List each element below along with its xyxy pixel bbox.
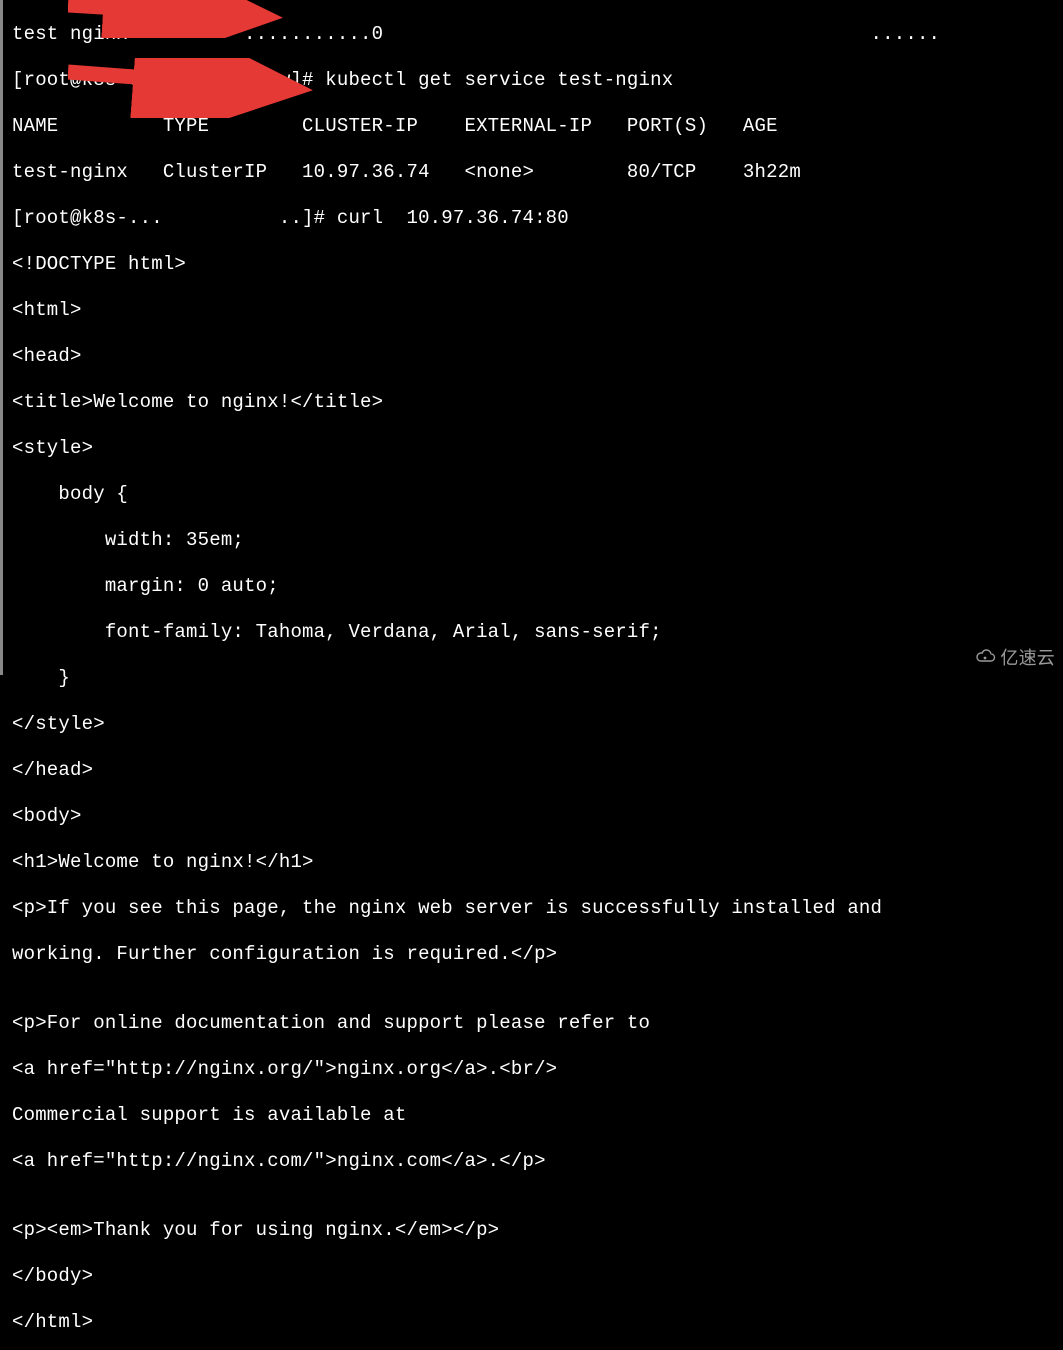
output-line: working. Further configuration is requir…	[12, 943, 1063, 966]
output-line: margin: 0 auto;	[12, 575, 1063, 598]
output-line: <h1>Welcome to nginx!</h1>	[12, 851, 1063, 874]
output-line: [root@k8s-... ..]# curl 10.97.36.74:80	[12, 207, 1063, 230]
output-line: <head>	[12, 345, 1063, 368]
output-line: <p><em>Thank you for using nginx.</em></…	[12, 1219, 1063, 1242]
output-line: test-nginx ClusterIP 10.97.36.74 <none> …	[12, 161, 1063, 184]
terminal-output[interactable]: test nginx ...........0 ...... [root@k8s…	[12, 0, 1063, 1350]
output-line: font-family: Tahoma, Verdana, Arial, san…	[12, 621, 1063, 644]
output-line: <title>Welcome to nginx!</title>	[12, 391, 1063, 414]
output-line: <style>	[12, 437, 1063, 460]
cloud-icon	[974, 647, 996, 670]
output-line: <p>For online documentation and support …	[12, 1012, 1063, 1035]
output-line: NAME TYPE CLUSTER-IP EXTERNAL-IP PORT(S)…	[12, 115, 1063, 138]
output-line: <p>If you see this page, the nginx web s…	[12, 897, 1063, 920]
output-line: <!DOCTYPE html>	[12, 253, 1063, 276]
output-line: </style>	[12, 713, 1063, 736]
output-line: </html>	[12, 1311, 1063, 1334]
output-line: </head>	[12, 759, 1063, 782]
output-line: <a href="http://nginx.com/">nginx.com</a…	[12, 1150, 1063, 1173]
output-line: </body>	[12, 1265, 1063, 1288]
output-line: <a href="http://nginx.org/">nginx.org</a…	[12, 1058, 1063, 1081]
output-line: [root@k8s-... new]# kubectl get service …	[12, 69, 1063, 92]
output-line: test nginx ...........0 ......	[12, 23, 1063, 46]
output-line: body {	[12, 483, 1063, 506]
watermark: 亿速云	[974, 647, 1055, 670]
output-line: <body>	[12, 805, 1063, 828]
output-line: Commercial support is available at	[12, 1104, 1063, 1127]
output-line: }	[12, 667, 1063, 690]
watermark-text: 亿速云	[1000, 647, 1055, 670]
output-line: width: 35em;	[12, 529, 1063, 552]
output-line: <html>	[12, 299, 1063, 322]
